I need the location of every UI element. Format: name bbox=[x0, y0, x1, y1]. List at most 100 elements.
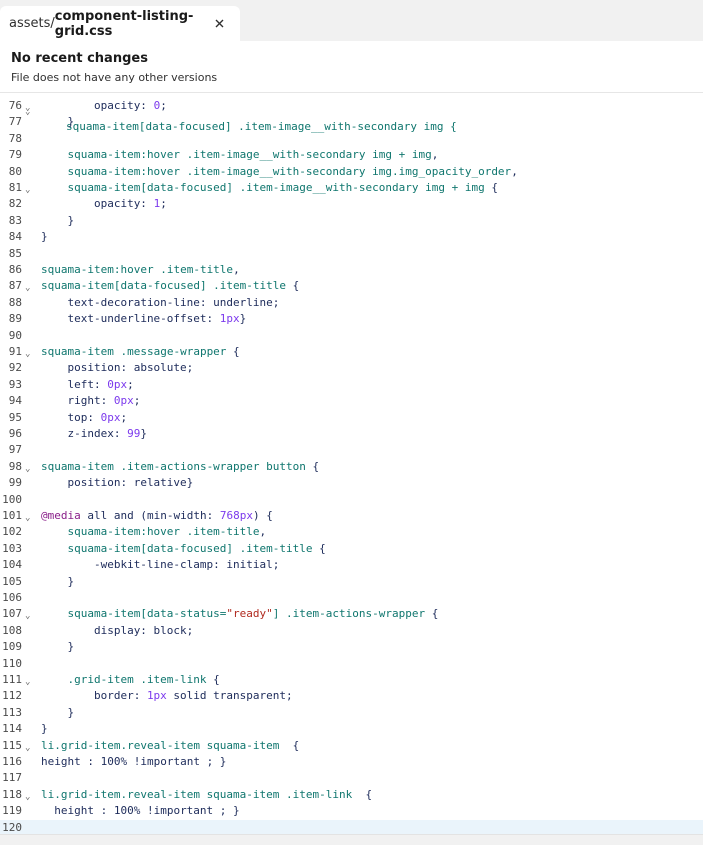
code-line[interactable]: 97 bbox=[0, 442, 703, 458]
line-number: 103 bbox=[2, 541, 22, 555]
horizontal-scrollbar[interactable] bbox=[0, 834, 703, 845]
code-token: } bbox=[67, 640, 75, 654]
code-line[interactable]: 82 opacity: 1; bbox=[0, 196, 703, 212]
code-token: 1px bbox=[219, 312, 240, 326]
code-line[interactable]: 101 ⌄ @media all and (min-width: 768px) { bbox=[0, 508, 703, 524]
code-token: li.grid-item.reveal-item squama-item bbox=[41, 738, 280, 752]
line-number: 87 bbox=[8, 279, 22, 293]
line-number: 106 bbox=[2, 591, 22, 604]
code-token: { bbox=[305, 459, 320, 473]
code-token: ; bbox=[160, 99, 167, 112]
code-line[interactable]: 104 -webkit-line-clamp: initial; bbox=[0, 557, 703, 573]
code-text: @media all and (min-width: 768px) { bbox=[41, 508, 273, 524]
code-token: } bbox=[41, 230, 48, 244]
line-number: 77 bbox=[8, 115, 22, 129]
code-line[interactable]: 99 position: relative} bbox=[0, 475, 703, 491]
code-line[interactable]: 90 bbox=[0, 328, 703, 344]
line-number: 83 bbox=[8, 213, 22, 227]
code-token: { bbox=[484, 181, 498, 194]
code-token: 768px bbox=[219, 509, 253, 522]
code-line[interactable]: 110 bbox=[0, 656, 703, 672]
code-token: 1px bbox=[146, 689, 167, 703]
code-token: } bbox=[67, 115, 75, 129]
code-line[interactable]: 88 text-decoration-line: underline; bbox=[0, 295, 703, 311]
line-number: 118 bbox=[2, 787, 22, 801]
code-line[interactable]: 77} bbox=[0, 114, 703, 130]
code-token: , bbox=[233, 263, 240, 276]
code-line[interactable]: 103 squama-item[data-focused] .item-title… bbox=[0, 541, 703, 557]
code-line[interactable]: 107 ⌄ squama-item[data-status="ready"] .it… bbox=[0, 606, 703, 622]
line-number: 95 bbox=[8, 410, 22, 424]
code-line[interactable]: 108 display: block; bbox=[0, 623, 703, 639]
code-line[interactable]: 117 bbox=[0, 770, 703, 786]
code-line[interactable]: 106 bbox=[0, 590, 703, 606]
line-number: 89 bbox=[8, 312, 22, 326]
line-number: 76 bbox=[8, 99, 22, 112]
code-line[interactable]: 83} bbox=[0, 213, 703, 229]
code-line[interactable]: 94 right: 0px; bbox=[0, 393, 703, 409]
code-line[interactable]: 100 bbox=[0, 492, 703, 508]
code-line[interactable]: 113} bbox=[0, 705, 703, 721]
code-line[interactable]: 95 top: 0px; bbox=[0, 410, 703, 426]
code-text: squama-item:hover .item-title, bbox=[67, 524, 266, 540]
code-line[interactable]: 89 text-underline-offset: 1px} bbox=[0, 311, 703, 327]
code-line[interactable]: 85 bbox=[0, 246, 703, 262]
code-line[interactable]: 79 squama-item:hover .item-image__with-se… bbox=[0, 147, 703, 163]
code-token: squama-item:hover .item-title bbox=[41, 263, 234, 276]
code-editor[interactable]: ⌄ squama-item[data-focused] .item-image_… bbox=[0, 94, 703, 835]
code-line[interactable]: 118 ⌄ li.grid-item.reveal-item squama-item… bbox=[0, 787, 703, 803]
code-line[interactable]: 81 ⌄ squama-item[data-focused] .item-image… bbox=[0, 180, 703, 196]
code-token: { bbox=[286, 279, 300, 293]
code-line[interactable]: 84} bbox=[0, 229, 703, 245]
code-text: .grid-item .item-link { bbox=[67, 672, 219, 688]
code-line[interactable]: 119 height : 100% !important ; } bbox=[0, 803, 703, 819]
code-token: display: block; bbox=[93, 623, 194, 637]
code-line[interactable]: 116 height : 100% !important ; } bbox=[0, 754, 703, 770]
code-token: ; bbox=[133, 394, 141, 408]
code-token: 0px bbox=[100, 410, 121, 424]
code-line[interactable]: 109} bbox=[0, 639, 703, 655]
code-token: position: relative} bbox=[67, 476, 194, 490]
code-line[interactable]: 87 ⌄ squama-item[data-focused] .item-title… bbox=[0, 278, 703, 294]
code-text: li.grid-item.reveal-item squama-item { bbox=[41, 738, 299, 754]
code-line[interactable]: 120 bbox=[0, 819, 703, 835]
code-line[interactable]: 105} bbox=[0, 574, 703, 590]
code-line[interactable]: 111 ⌄ .grid-item .item-link { bbox=[0, 672, 703, 688]
code-token: .grid-item .item-link bbox=[67, 673, 207, 686]
line-number: 105 bbox=[2, 574, 22, 588]
line-number: 104 bbox=[2, 558, 22, 572]
code-line[interactable]: 86 squama-item:hover .item-title, bbox=[0, 262, 703, 278]
code-line[interactable]: 98 ⌄ squama-item .item-actions-wrapper but… bbox=[0, 459, 703, 475]
code-line[interactable]: 91 ⌄ squama-item .message-wrapper { bbox=[0, 344, 703, 360]
code-line[interactable]: 78 bbox=[0, 131, 703, 147]
code-token: opacity: bbox=[93, 99, 154, 112]
code-text: top: 0px; bbox=[67, 410, 127, 426]
version-info-subtitle: File does not have any other versions bbox=[11, 71, 218, 84]
code-token: ] .item-actions-wrapper bbox=[272, 607, 426, 621]
code-line[interactable]: 112 border: 1px solid transparent; bbox=[0, 688, 703, 704]
code-token: squama-item .item-actions-wrapper button bbox=[41, 459, 306, 473]
code-text: } bbox=[41, 229, 48, 245]
code-line[interactable]: 76 ⌄ opacity: 0; bbox=[0, 98, 703, 114]
tab-bar: assets/component-listing-grid.css bbox=[0, 0, 703, 41]
code-line[interactable]: 93 left: 0px; bbox=[0, 377, 703, 393]
code-token: squama-item[data-focused] .item-title bbox=[67, 541, 313, 555]
code-line[interactable]: 96 z-index: 99} bbox=[0, 426, 703, 442]
code-token: height : 100% !important ; } bbox=[41, 755, 227, 768]
code-text: position: relative} bbox=[67, 475, 193, 491]
code-text: } bbox=[67, 114, 74, 130]
code-line[interactable]: 92 position: absolute; bbox=[0, 360, 703, 376]
code-token: , bbox=[259, 525, 267, 539]
file-tab[interactable]: assets/component-listing-grid.css bbox=[0, 6, 240, 41]
code-line[interactable]: 80 squama-item:hover .item-image__with-se… bbox=[0, 164, 703, 180]
code-line[interactable]: 102 squama-item:hover .item-title, bbox=[0, 524, 703, 540]
code-text: opacity: 0; bbox=[94, 98, 167, 114]
line-number: 86 bbox=[8, 263, 22, 276]
code-text: squama-item[data-focused] .item-image__w… bbox=[67, 180, 497, 196]
code-text: squama-item:hover .item-image__with-seco… bbox=[67, 164, 517, 180]
close-tab-button[interactable] bbox=[210, 14, 228, 32]
line-number: 82 bbox=[8, 197, 22, 211]
code-token: border: bbox=[93, 689, 147, 703]
code-line[interactable]: 115 ⌄ li.grid-item.reveal-item squama-item… bbox=[0, 738, 703, 754]
code-line[interactable]: 114} bbox=[0, 721, 703, 737]
